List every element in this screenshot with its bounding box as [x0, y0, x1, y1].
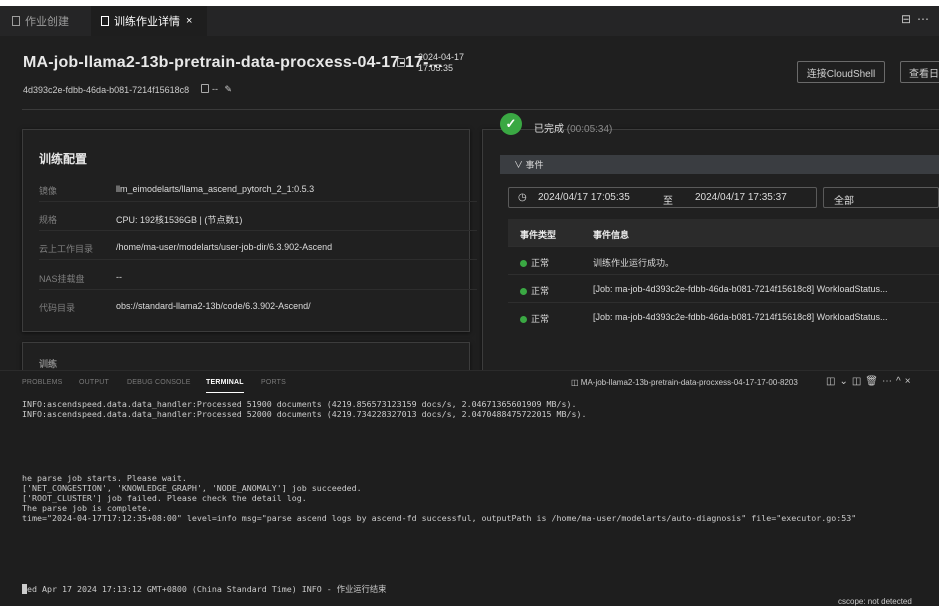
- terminal-line: INFO:ascendspeed.data.data_handler:Proce…: [22, 399, 577, 409]
- job-time: 17:05:35: [418, 63, 454, 73]
- trash-icon[interactable]: 🗑: [865, 376, 882, 387]
- event-info: [Job: ma-job-4d393c2e-fdbb-46da-b081-721…: [593, 284, 888, 294]
- success-dot-icon: [520, 260, 527, 267]
- status-bar-cscope[interactable]: cscope: not detected: [838, 597, 912, 606]
- config-value: --: [116, 272, 122, 282]
- check-icon: ✓: [500, 113, 522, 135]
- date-range-picker[interactable]: ◷ 2024/04/17 17:05:35 至 2024/04/17 17:35…: [508, 187, 817, 208]
- column-header: 事件类型: [520, 230, 557, 240]
- job-id: 4d393c2e-fdbb-46da-b081-7214f15618c8: [23, 85, 190, 95]
- tab-problems[interactable]: PROBLEMS: [22, 379, 63, 386]
- terminal-line: time="2024-04-17T17:12:35+08:00" level=i…: [22, 513, 857, 523]
- table-header: 事件类型 事件信息: [508, 219, 939, 247]
- panel-title: 训练: [39, 359, 58, 369]
- row-divider: [39, 289, 477, 290]
- tab-label: 训练作业详情: [114, 16, 180, 28]
- job-description: -- ✎: [212, 84, 232, 95]
- end-date: 2024/04/17 17:35:37: [695, 192, 787, 203]
- view-log-button[interactable]: 查看日: [900, 61, 939, 83]
- terminal-line: ['ROOT_CLUSTER'] job failed. Please chec…: [22, 493, 307, 503]
- event-type: 正常: [520, 256, 549, 269]
- tab-job-create[interactable]: 作业创建: [6, 6, 91, 36]
- panel-tab-bar: PROBLEMS OUTPUT DEBUG CONSOLE TERMINAL P…: [0, 370, 939, 395]
- terminal-output[interactable]: INFO:ascendspeed.data.data_handler:Proce…: [0, 395, 939, 606]
- config-key: 云上工作目录: [39, 244, 94, 254]
- job-status: 已完成 (00:05:34): [534, 120, 612, 135]
- editor-tab-bar: 作业创建 训练作业详情 × ⊟⋯: [0, 6, 939, 36]
- close-panel-icon[interactable]: ×: [905, 376, 915, 387]
- table-row: 正常 [Job: ma-job-4d393c2e-fdbb-46da-b081-…: [508, 303, 939, 325]
- event-info: [Job: ma-job-4d393c2e-fdbb-46da-b081-721…: [593, 312, 888, 322]
- file-icon: [12, 16, 20, 26]
- terminal-line: ed Apr 17 2024 17:13:12 GMT+0800 (China …: [27, 584, 387, 594]
- success-dot-icon: [520, 316, 527, 323]
- table-row: 正常 训练作业运行成功。: [508, 247, 939, 275]
- event-info: 训练作业运行成功。: [593, 258, 675, 268]
- terminal-menu-icon[interactable]: ◫⌄: [826, 376, 852, 387]
- success-dot-icon: [520, 288, 527, 295]
- config-value: obs://standard-llama2-13b/code/6.3.902-A…: [116, 301, 311, 311]
- event-type-label: 正常: [531, 258, 550, 268]
- event-type-label: 正常: [531, 286, 550, 296]
- connect-cloudshell-button[interactable]: 连接CloudShell: [797, 61, 885, 83]
- tab-output[interactable]: OUTPUT: [79, 379, 109, 386]
- config-key: 镜像: [39, 186, 58, 196]
- config-value: llm_eimodelarts/llama_ascend_pytorch_2_1…: [116, 184, 315, 194]
- job-title: MA-job-llama2-13b-pretrain-data-procxess…: [23, 54, 443, 71]
- event-type: 正常: [520, 312, 549, 325]
- tab-terminal[interactable]: TERMINAL: [206, 379, 244, 386]
- job-created-time: 2024-04-17 17:05:35: [418, 52, 464, 74]
- event-type-label: 正常: [531, 314, 550, 324]
- copy-icon[interactable]: [201, 84, 209, 93]
- tab-training-job-detail[interactable]: 训练作业详情 ×: [91, 6, 207, 36]
- header-divider: [22, 109, 939, 110]
- row-divider: [39, 230, 477, 231]
- panel-title: 训练配置: [39, 152, 88, 166]
- terminal-actions: ◫⌄◫🗑⋯^×: [826, 376, 915, 387]
- terminal-name: MA-job-llama2-13b-pretrain-data-procxess…: [580, 378, 798, 387]
- column-header: 事件信息: [593, 230, 630, 240]
- terminal-icon: ◫: [571, 378, 581, 387]
- more-icon[interactable]: ⋯: [882, 376, 896, 387]
- edit-icon[interactable]: ✎: [225, 84, 233, 94]
- description-value: --: [212, 84, 218, 94]
- close-icon[interactable]: ×: [186, 15, 192, 27]
- tab-debug-console[interactable]: DEBUG CONSOLE: [127, 379, 191, 386]
- terminal-line: ['NET_CONGESTION', 'KNOWLEDGE_GRAPH', 'N…: [22, 483, 362, 493]
- event-type: 正常: [520, 284, 549, 297]
- more-actions-icon[interactable]: ⋯: [917, 12, 935, 26]
- range-separator: 至: [663, 196, 673, 207]
- config-value: CPU: 192核1536GB | (节点数1): [116, 215, 243, 225]
- config-key: NAS挂载盘: [39, 274, 85, 284]
- config-value: /home/ma-user/modelarts/user-job-dir/6.3…: [116, 242, 333, 252]
- training-config-panel: 训练配置 镜像 llm_eimodelarts/llama_ascend_pyt…: [22, 129, 477, 332]
- tab-ports[interactable]: PORTS: [261, 379, 286, 386]
- status-duration: (00:05:34): [566, 124, 613, 135]
- terminal-line: INFO:ascendspeed.data.data_handler:Proce…: [22, 409, 587, 419]
- terminal-line: The parse job is complete.: [22, 503, 152, 513]
- split-editor-icon[interactable]: ⊟: [901, 12, 917, 26]
- config-key: 规格: [39, 215, 58, 225]
- table-row: 正常 [Job: ma-job-4d393c2e-fdbb-46da-b081-…: [508, 275, 939, 303]
- copy-icon[interactable]: [397, 58, 405, 67]
- active-tab-indicator: [206, 392, 244, 393]
- maximize-panel-icon[interactable]: ^: [896, 376, 905, 387]
- clock-icon: ◷: [518, 192, 527, 203]
- training-secondary-panel: 训练: [22, 342, 470, 370]
- config-key: 代码目录: [39, 303, 76, 313]
- row-divider: [39, 259, 477, 260]
- event-type-filter[interactable]: 全部: [823, 187, 939, 208]
- row-divider: [39, 201, 477, 202]
- editor-actions: ⊟⋯: [901, 12, 935, 26]
- status-label: 已完成: [534, 124, 564, 135]
- terminal-instance[interactable]: ◫ MA-job-llama2-13b-pretrain-data-procxe…: [571, 378, 798, 387]
- tab-label: 作业创建: [25, 16, 69, 28]
- split-terminal-icon[interactable]: ◫: [852, 376, 865, 387]
- events-section-header[interactable]: ∨ 事件: [500, 155, 939, 174]
- terminal-line: he parse job starts. Please wait.: [22, 473, 187, 483]
- job-date: 2024-04-17: [418, 52, 465, 62]
- file-icon: [101, 16, 109, 26]
- start-date: 2024/04/17 17:05:35: [538, 192, 630, 203]
